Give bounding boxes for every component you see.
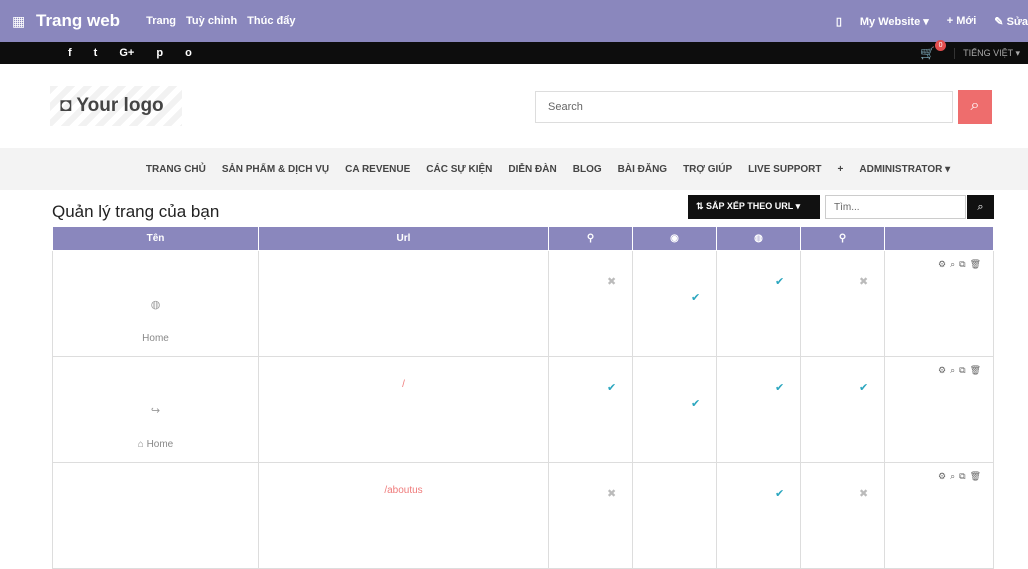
indexed-cross-icon[interactable]: ✖ [859, 275, 868, 288]
twitter-icon[interactable]: t [94, 47, 98, 59]
cart-badge: 0 [935, 40, 947, 51]
menu-item-events[interactable]: CÁC SỰ KIỆN [426, 164, 492, 175]
pages-table: Tên Url ⚲ ◉ ◍ ⚲ ◍ Home ✖ ✔ ✔ ✖ ⚙⌕⧉🗑 ↪ ⌂ Ho… [52, 226, 994, 569]
menu-item-help[interactable]: TRỢ GIÚP [683, 164, 732, 175]
cart-icon[interactable]: 🛒 0 [920, 40, 947, 60]
header-url: Url [258, 226, 549, 251]
row-actions[interactable]: ⚙⌕⧉🗑 [938, 365, 985, 376]
menu-item-products[interactable]: SẢN PHẨM & DỊCH VỤ [222, 164, 329, 175]
search-button[interactable]: ⌕ [958, 90, 992, 124]
redirect-icon: ↪ [150, 404, 161, 417]
pin-check-icon[interactable]: ✔ [607, 381, 616, 394]
indexed-cross-icon[interactable]: ✖ [859, 487, 868, 500]
pin-cross-icon[interactable]: ✖ [607, 487, 616, 500]
nav-thuc-day[interactable]: Thúc đẩy [247, 15, 295, 27]
search-input[interactable]: Search [535, 91, 953, 123]
visible-check-icon[interactable]: ✔ [691, 397, 700, 410]
row-actions[interactable]: ⚙⌕⧉🗑 [938, 259, 985, 270]
language-dropdown[interactable]: TIẾNG VIỆT ▾ [954, 47, 1020, 59]
header-pin: ⚲ [548, 226, 633, 251]
site-header: ◘ Your logo Search ⌕ [0, 64, 1028, 148]
new-button[interactable]: + Mới [947, 15, 977, 27]
nav-tuy-chinh[interactable]: Tuỳ chỉnh [186, 15, 237, 27]
menu-item-forum[interactable]: DIỄN ĐÀN [508, 164, 556, 175]
header-actions [884, 226, 994, 251]
menu-item-admin[interactable]: ADMINISTRATOR ▾ [859, 164, 950, 175]
app-title[interactable]: Trang web [36, 11, 120, 31]
menu-item-live-support[interactable]: LIVE SUPPORT [748, 164, 821, 175]
instagram-icon[interactable]: o [185, 47, 192, 59]
table-row: /aboutus ✖ ✔ ✖ ⚙⌕⧉🗑 [52, 462, 994, 569]
topbar: ▦ Trang web Trang Tuỳ chỉnh Thúc đẩy ▯ M… [0, 0, 1028, 42]
page-toolbar: Quản lý trang của bạn ⇅ SẮP XẾP THEO URL… [0, 190, 1028, 226]
menu-item-blog[interactable]: BLOG [573, 164, 602, 175]
facebook-icon[interactable]: f [68, 47, 72, 59]
page-url[interactable]: /aboutus [259, 485, 548, 496]
globe-icon: ◍ [150, 298, 161, 311]
published-check-icon[interactable]: ✔ [775, 275, 784, 288]
row-actions[interactable]: ⚙⌕⧉🗑 [938, 471, 985, 482]
published-check-icon[interactable]: ✔ [775, 487, 784, 500]
visible-check-icon[interactable]: ✔ [691, 291, 700, 304]
header-name: Tên [52, 226, 259, 251]
pinterest-icon[interactable]: p [156, 47, 163, 59]
sort-button[interactable]: ⇅ SẮP XẾP THEO URL ▾ [688, 195, 820, 219]
site-logo[interactable]: ◘ Your logo [50, 86, 182, 126]
table-row: ◍ Home ✖ ✔ ✔ ✖ ⚙⌕⧉🗑 [52, 250, 994, 357]
nav-trang[interactable]: Trang [146, 15, 176, 27]
menu-item-plus[interactable]: + [838, 164, 844, 175]
main-menu: TRANG CHỦ SẢN PHẨM & DỊCH VỤ CA REVENUE … [0, 148, 1028, 190]
menu-item-home[interactable]: TRANG CHỦ [146, 164, 206, 175]
mobile-icon[interactable]: ▯ [836, 15, 842, 28]
social-bar: f t G+ p o 🛒 0 TIẾNG VIỆT ▾ [0, 40, 1028, 64]
header-indexed: ⚲ [800, 226, 885, 251]
edit-button[interactable]: ✎ Sửa [994, 15, 1028, 28]
pin-cross-icon[interactable]: ✖ [607, 275, 616, 288]
menu-item-posts[interactable]: BÀI ĐĂNG [618, 164, 667, 175]
page-name: ⌂ Home [137, 438, 174, 450]
page-search-button[interactable]: ⌕ [967, 195, 994, 219]
published-check-icon[interactable]: ✔ [775, 381, 784, 394]
google-plus-icon[interactable]: G+ [119, 47, 134, 59]
menu-item-revenue[interactable]: CA REVENUE [345, 164, 410, 175]
header-visible: ◉ [632, 226, 717, 251]
apps-icon[interactable]: ▦ [12, 13, 30, 30]
table-row: ↪ ⌂ Home / ✔ ✔ ✔ ✔ ⚙⌕⧉🗑 [52, 356, 994, 463]
indexed-check-icon[interactable]: ✔ [859, 381, 868, 394]
page-url[interactable]: / [259, 379, 548, 390]
site-dropdown[interactable]: My Website ▾ [860, 15, 929, 28]
page-name: Home [142, 332, 169, 344]
page-title: Quản lý trang của bạn [52, 202, 220, 221]
header-published: ◍ [716, 226, 801, 251]
page-search-input[interactable]: Tìm... [825, 195, 966, 219]
